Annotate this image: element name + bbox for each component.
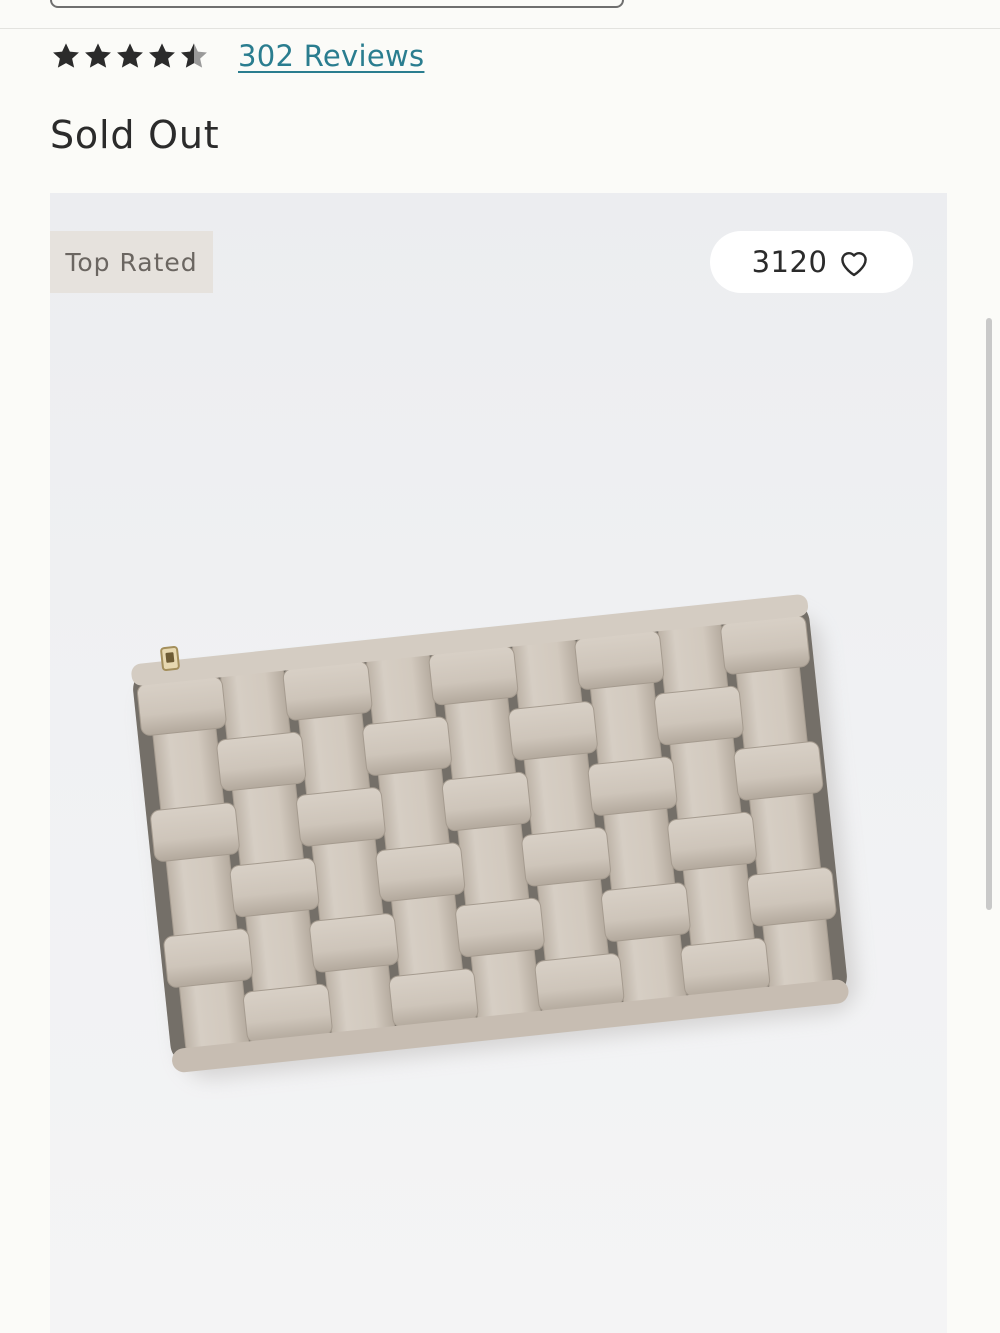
favorites-count: 3120 bbox=[751, 245, 828, 279]
scrollbar[interactable] bbox=[986, 318, 992, 910]
availability-status: Sold Out bbox=[50, 113, 220, 157]
star-icon bbox=[117, 43, 143, 68]
reviews-link[interactable]: 302 Reviews bbox=[238, 39, 424, 73]
star-rating bbox=[50, 40, 210, 72]
product-page: 302 Reviews Sold Out Top Rated 3120 bbox=[0, 0, 1000, 1333]
product-image[interactable]: Top Rated 3120 bbox=[50, 193, 947, 1333]
half-star-icon bbox=[181, 43, 207, 68]
heart-icon bbox=[841, 251, 868, 277]
star-icon bbox=[85, 43, 111, 68]
divider bbox=[0, 28, 1000, 29]
favorite-button[interactable]: 3120 bbox=[710, 231, 913, 293]
rating-row: 302 Reviews bbox=[50, 34, 424, 78]
star-icon bbox=[149, 43, 175, 68]
star-icon bbox=[53, 43, 79, 68]
size-select-field[interactable] bbox=[50, 0, 624, 8]
woven-clutch-image bbox=[131, 594, 858, 1079]
top-rated-badge: Top Rated bbox=[50, 231, 213, 293]
